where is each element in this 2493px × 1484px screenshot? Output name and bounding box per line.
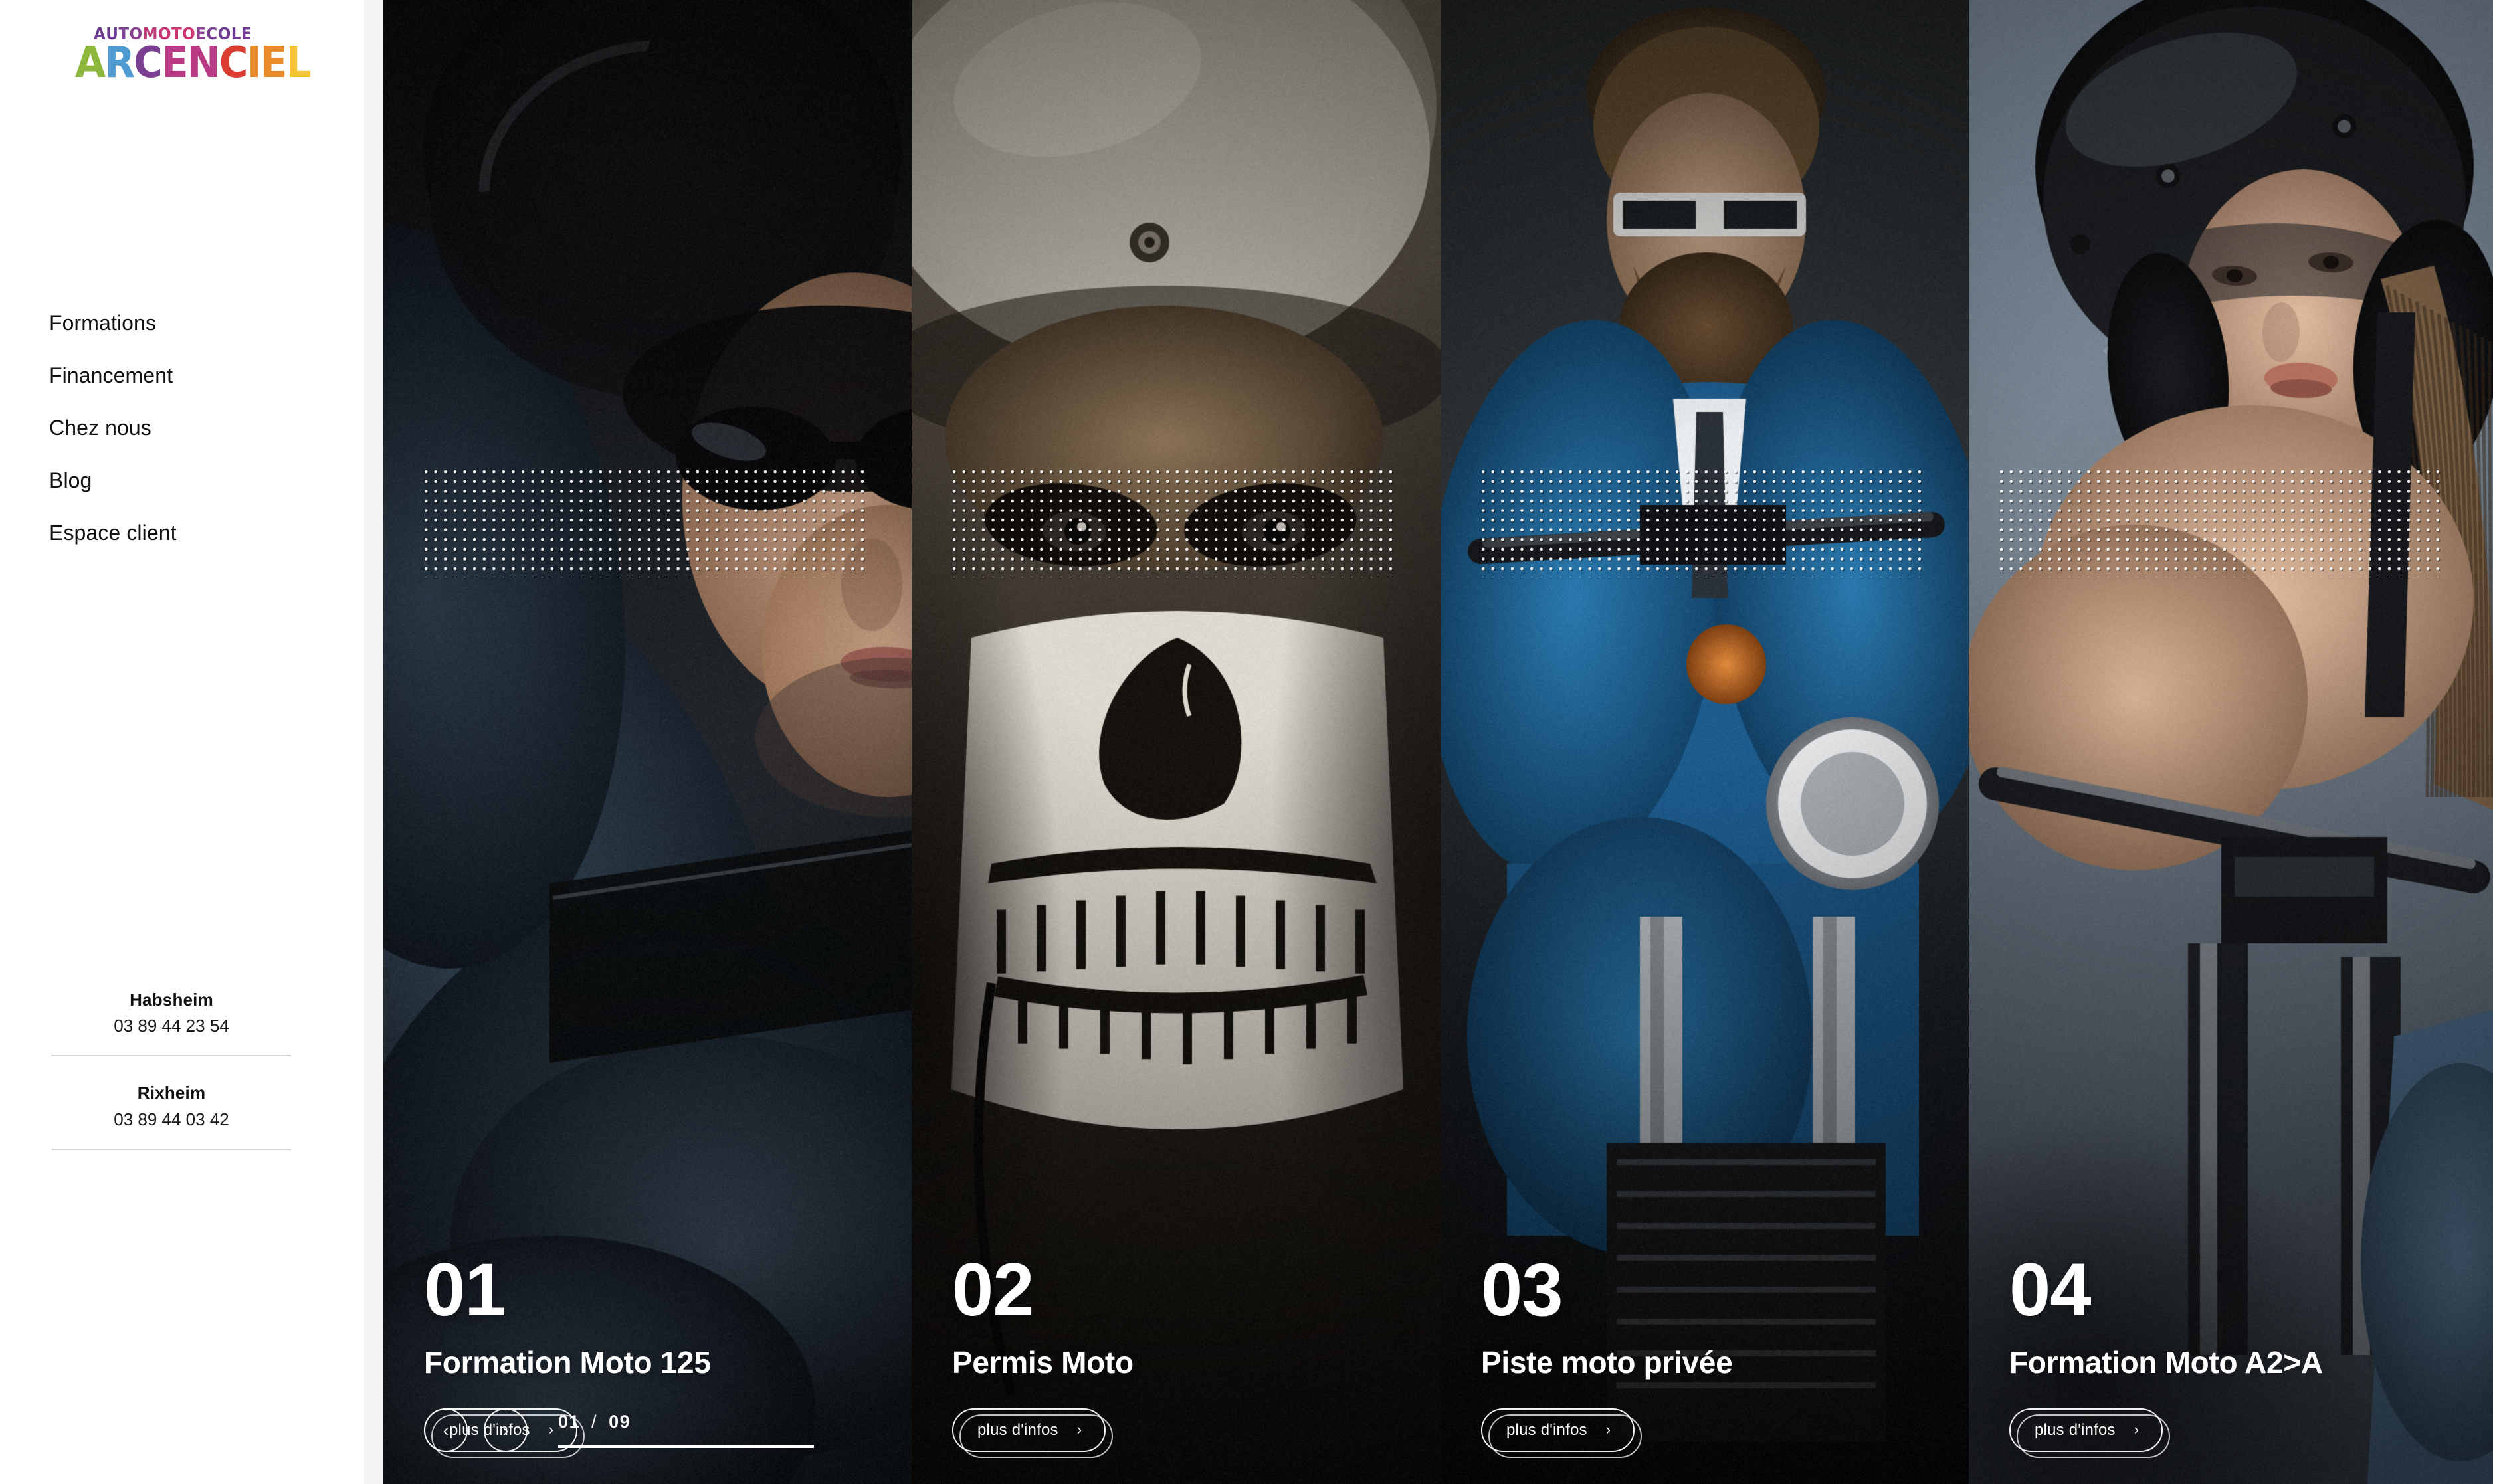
slide-title: Formation Moto A2>A — [2009, 1346, 2323, 1380]
contact-block-rixheim: Rixheim 03 89 44 03 42 — [52, 1081, 291, 1149]
slide-title: Formation Moto 125 — [424, 1346, 711, 1380]
chevron-right-icon: › — [1077, 1422, 1082, 1437]
sidebar: AUTOMOTOECOLE ARCENCIEL Formations Finan… — [0, 0, 364, 1484]
slide-item[interactable]: 02 Permis Moto plus d'infos › — [912, 0, 1441, 1484]
contact-city-label: Rixheim — [52, 1081, 291, 1105]
more-info-label: plus d'infos — [977, 1421, 1058, 1439]
slide-title: Permis Moto — [952, 1346, 1134, 1380]
page-root: AUTOMOTOECOLE ARCENCIEL Formations Finan… — [0, 0, 2493, 1484]
more-info-button[interactable]: plus d'infos › — [952, 1408, 1106, 1452]
nav-item-espace-client[interactable]: Espace client — [49, 522, 328, 543]
contact-block-habsheim: Habsheim 03 89 44 23 54 — [52, 988, 291, 1056]
carousel-counter: 01 / 09 — [558, 1413, 814, 1431]
carousel-separator: / — [591, 1413, 597, 1431]
chevron-left-icon: ‹ — [443, 1422, 449, 1439]
carousel-next-button[interactable]: › — [484, 1408, 528, 1452]
carousel-total-count: 09 — [609, 1413, 631, 1431]
slide-number: 02 — [952, 1253, 1034, 1327]
more-info-label: plus d'infos — [1506, 1421, 1587, 1439]
main-nav: Formations Financement Chez nous Blog Es… — [49, 312, 328, 543]
nav-item-formations[interactable]: Formations — [49, 312, 328, 333]
slide-number: 04 — [2009, 1253, 2091, 1327]
more-info-label: plus d'infos — [2035, 1421, 2116, 1439]
carousel-counter-wrap: 01 / 09 — [558, 1413, 814, 1448]
slide-number: 01 — [424, 1253, 506, 1327]
carousel-progress-fill — [558, 1445, 814, 1448]
more-info-button[interactable]: plus d'infos › — [1481, 1408, 1635, 1452]
nav-item-financement[interactable]: Financement — [49, 365, 328, 386]
slide-title: Piste moto privée — [1481, 1346, 1732, 1380]
slide-item[interactable]: 03 Piste moto privée plus d'infos › — [1441, 0, 1969, 1484]
chevron-right-icon: › — [2134, 1422, 2140, 1437]
chevron-right-icon: › — [1606, 1422, 1611, 1437]
nav-item-blog[interactable]: Blog — [49, 470, 328, 491]
slide-item[interactable]: 04 Formation Moto A2>A plus d'infos › — [1969, 0, 2493, 1484]
sidebar-gutter — [364, 0, 383, 1484]
carousel-prev-button[interactable]: ‹ — [424, 1408, 468, 1452]
formation-slider: 01 Formation Moto 125 plus d'infos › 02 … — [383, 0, 2493, 1484]
slide-cta-wrap: plus d'infos › — [1481, 1408, 1635, 1452]
slide-number: 03 — [1481, 1253, 1563, 1327]
slide-cta-wrap: plus d'infos › — [952, 1408, 1106, 1452]
contact-city-label: Habsheim — [52, 988, 291, 1012]
nav-item-chez-nous[interactable]: Chez nous — [49, 417, 328, 438]
contact-phone-link[interactable]: 03 89 44 03 42 — [52, 1107, 291, 1131]
contact-list: Habsheim 03 89 44 23 54 Rixheim 03 89 44… — [52, 988, 291, 1150]
slide-item[interactable]: 01 Formation Moto 125 plus d'infos › — [383, 0, 912, 1484]
chevron-right-icon: › — [503, 1422, 509, 1439]
carousel-current-index: 01 — [558, 1413, 580, 1431]
more-info-button[interactable]: plus d'infos › — [2009, 1408, 2163, 1452]
logo-wordmark: ARCENCIEL — [75, 43, 230, 84]
logo[interactable]: AUTOMOTOECOLE ARCENCIEL — [75, 25, 241, 84]
contact-phone-link[interactable]: 03 89 44 23 54 — [52, 1014, 291, 1038]
carousel-progress-track[interactable] — [558, 1445, 814, 1448]
slide-cta-wrap: plus d'infos › — [2009, 1408, 2163, 1452]
carousel-controls: ‹ › 01 / 09 — [424, 1408, 814, 1452]
